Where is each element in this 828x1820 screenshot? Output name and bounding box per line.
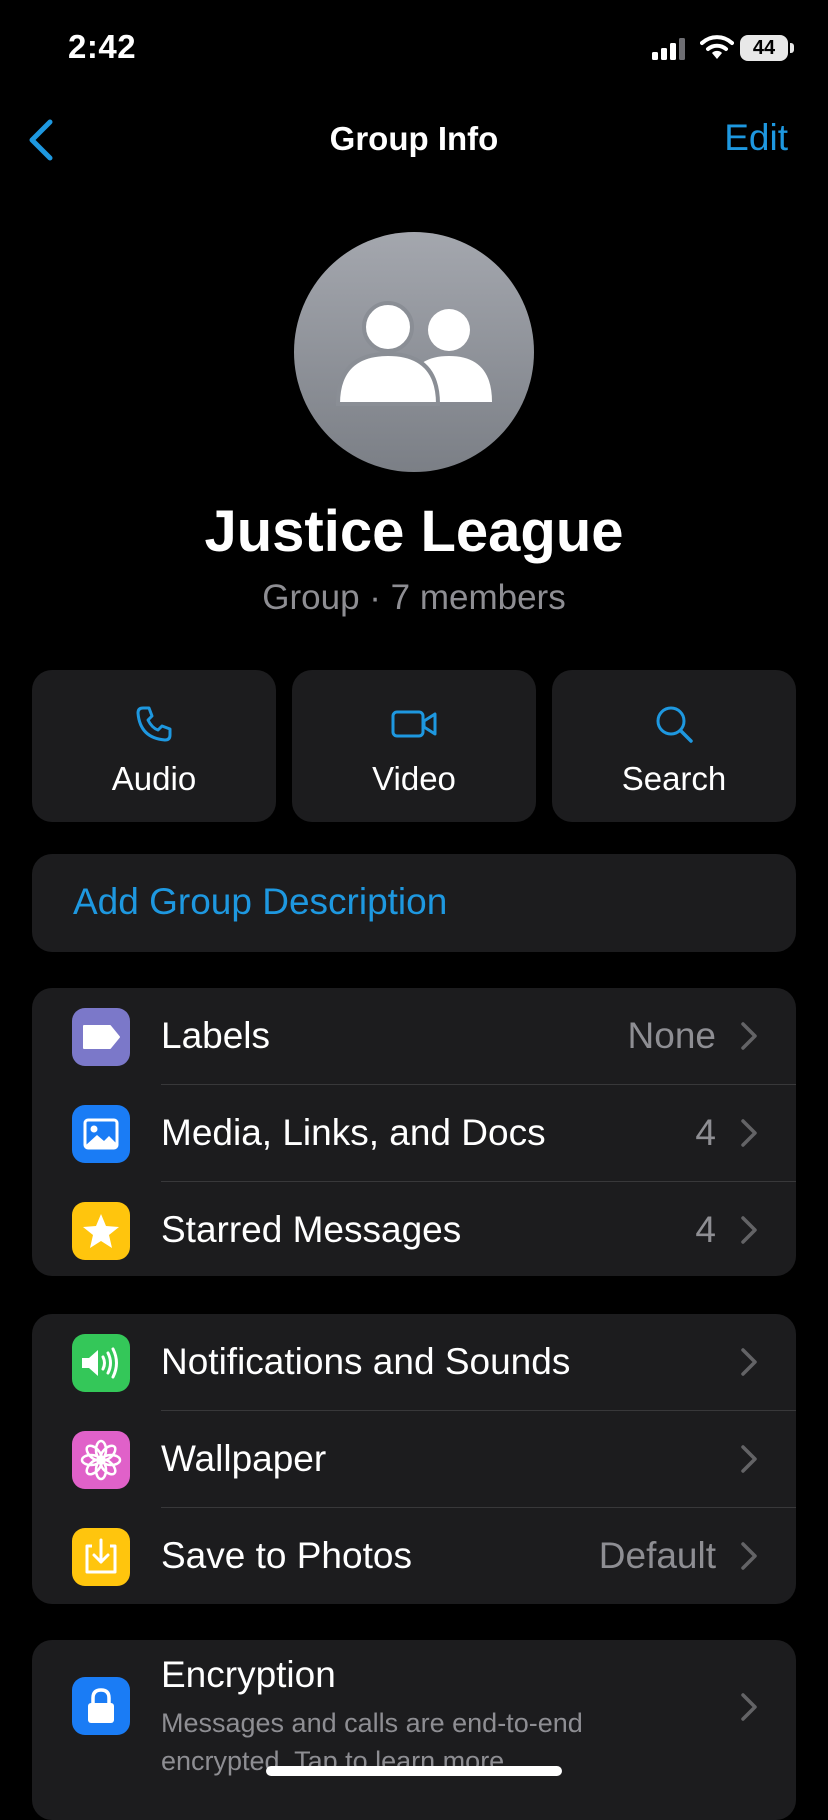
add-description-label: Add Group Description [73, 881, 448, 922]
chevron-right-icon [741, 1348, 757, 1376]
info-section-1: Labels None Media, Links, and Docs 4 Sta… [32, 988, 796, 1276]
page-title: Group Info [329, 120, 499, 157]
starred-count: 4 [695, 1209, 716, 1250]
save-photos-value: Default [598, 1535, 716, 1576]
video-camera-icon [391, 710, 437, 738]
phone-icon [136, 706, 172, 742]
speaker-icon [82, 1347, 118, 1379]
starred-label: Starred Messages [161, 1209, 462, 1250]
save-photos-label: Save to Photos [161, 1535, 412, 1576]
audio-call-button[interactable]: Audio [32, 670, 276, 822]
labels-icon-badge [72, 1008, 130, 1066]
encryption-row[interactable]: Encryption Messages and calls are end-to… [32, 1640, 796, 1820]
media-links-docs-row[interactable]: Media, Links, and Docs 4 [32, 1085, 796, 1182]
lock-icon [88, 1688, 114, 1723]
media-count: 4 [695, 1112, 716, 1153]
flower-icon [80, 1439, 122, 1481]
starred-messages-row[interactable]: Starred Messages 4 [32, 1182, 796, 1276]
photo-icon [83, 1118, 119, 1150]
add-description-button[interactable]: Add Group Description [32, 854, 796, 952]
search-button[interactable]: Search [552, 670, 796, 822]
chevron-right-icon [741, 1216, 757, 1244]
wallpaper-row[interactable]: Wallpaper [32, 1411, 796, 1508]
chevron-right-icon [741, 1542, 757, 1570]
cellular-signal-icon [652, 38, 685, 60]
save-to-photos-row[interactable]: Save to Photos Default [32, 1508, 796, 1604]
home-indicator[interactable] [266, 1766, 562, 1776]
encryption-title: Encryption [161, 1654, 336, 1695]
battery-icon: 44 [740, 35, 788, 61]
video-call-button[interactable]: Video [292, 670, 536, 822]
chevron-right-icon [741, 1693, 757, 1721]
wifi-icon [700, 35, 734, 59]
group-name: Justice League [204, 499, 624, 564]
save-photos-icon-badge [72, 1528, 130, 1586]
download-icon [85, 1538, 117, 1574]
search-label: Search [621, 760, 727, 797]
group-avatar[interactable] [294, 232, 534, 472]
notifications-icon-badge [72, 1334, 130, 1392]
encryption-icon-badge [72, 1677, 130, 1735]
labels-label: Labels [161, 1015, 271, 1056]
label-tag-icon [83, 1025, 120, 1049]
notifications-label: Notifications and Sounds [161, 1341, 571, 1382]
group-subtitle: Group · 7 members [262, 578, 566, 617]
status-time: 2:42 [68, 28, 137, 65]
notifications-row[interactable]: Notifications and Sounds [32, 1314, 796, 1411]
labels-value: None [627, 1015, 716, 1056]
wallpaper-label: Wallpaper [161, 1438, 327, 1479]
starred-icon-badge [72, 1202, 130, 1260]
group-people-icon [335, 301, 492, 406]
edit-button[interactable]: Edit [724, 117, 788, 159]
chevron-right-icon [741, 1022, 757, 1050]
wallpaper-icon-badge [72, 1431, 130, 1489]
labels-row[interactable]: Labels None [32, 988, 796, 1085]
media-icon-badge [72, 1105, 130, 1163]
info-section-2: Notifications and Sounds Wallpaper Save … [32, 1314, 796, 1604]
media-label: Media, Links, and Docs [161, 1112, 546, 1153]
chevron-right-icon [741, 1119, 757, 1147]
battery-nub [790, 43, 794, 53]
star-icon [83, 1214, 119, 1248]
video-label: Video [372, 760, 456, 797]
magnifier-icon [656, 706, 693, 743]
audio-label: Audio [111, 760, 197, 797]
chevron-right-icon [741, 1445, 757, 1473]
